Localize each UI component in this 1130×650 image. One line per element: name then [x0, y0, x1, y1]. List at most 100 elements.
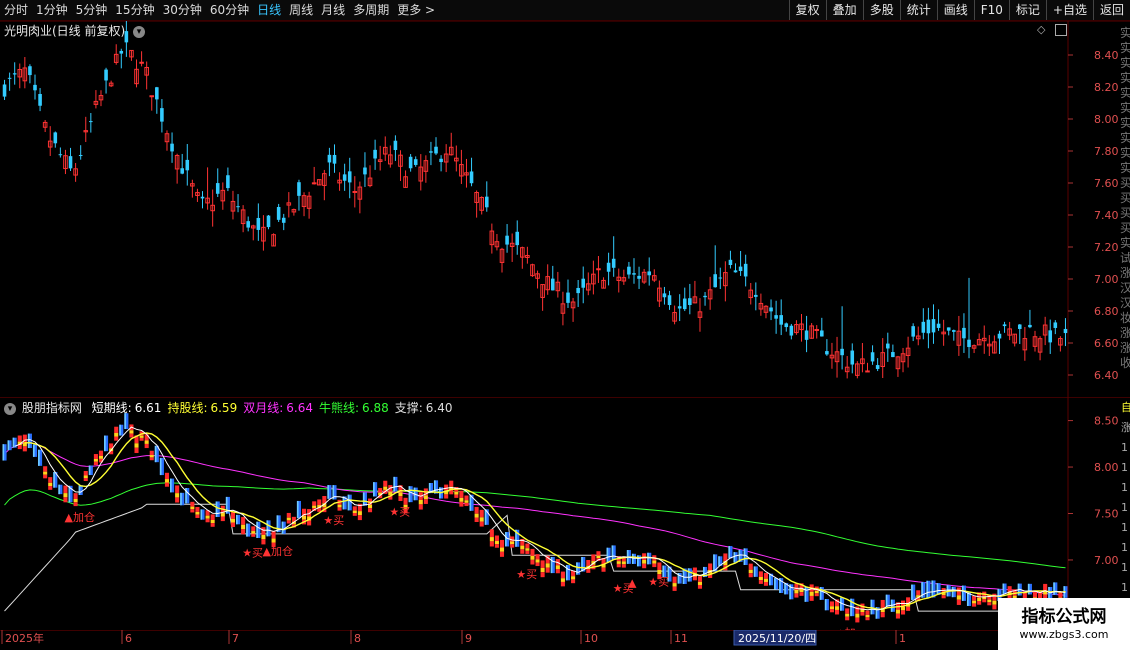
ind-bar-red	[652, 563, 657, 568]
ind-bar-red	[956, 587, 961, 596]
candle-body	[769, 307, 773, 312]
period-tab-8[interactable]: 月线	[317, 0, 349, 20]
toolbar-action-7[interactable]: +自选	[1045, 0, 1093, 20]
ind-bar-cyan	[154, 445, 157, 463]
candle-body	[738, 266, 743, 272]
ind-bar-cyan	[784, 582, 786, 595]
main-ytick-label: 7.00	[1094, 273, 1119, 286]
ind-bar-yellow	[230, 518, 236, 523]
ind-bar-red	[449, 480, 454, 487]
toolbar-action-6[interactable]: 标记	[1008, 0, 1046, 20]
signal-marker: ▲	[628, 577, 637, 590]
ind-bar-red	[535, 554, 540, 560]
ind-bar-cyan	[911, 584, 913, 600]
ind-bar-red	[672, 576, 677, 584]
ind-bar-yellow	[992, 600, 997, 605]
ind-bar-yellow	[220, 512, 225, 517]
period-tab-9[interactable]: 多周期	[349, 0, 393, 20]
ind-bar-cyan	[393, 476, 395, 492]
candle-body	[606, 262, 611, 272]
ind-bar-cyan	[961, 585, 964, 601]
ind-bar-red	[286, 520, 291, 524]
period-tab-5[interactable]: 60分钟	[206, 0, 253, 20]
ind-bar-yellow	[129, 430, 134, 434]
ind-bar-red	[535, 562, 540, 567]
ind-bar-cyan	[484, 509, 487, 525]
ind-bar-cyan	[718, 556, 720, 566]
candlestick-chart[interactable]: 8.40 8.20 8.00 7.80 7.60 7.40 7.20 7.00 6.80 6.60…	[0, 21, 1130, 397]
ind-bar-red	[758, 580, 763, 584]
ind-bar-red	[352, 512, 357, 516]
ind-bar-red	[657, 562, 662, 571]
candle-body	[703, 295, 707, 298]
ind-side-glyph: 1	[1121, 561, 1128, 574]
ind-bar-red	[43, 474, 48, 479]
ind-bar-red	[139, 437, 144, 441]
toolbar-action-3[interactable]: 统计	[899, 0, 937, 20]
candle-body	[266, 215, 271, 228]
ind-side-glyph: 1	[1121, 481, 1128, 494]
ind-bar-yellow	[195, 511, 200, 515]
toolbar-action-5[interactable]: F10	[973, 0, 1009, 20]
period-tab-4[interactable]: 30分钟	[159, 0, 206, 20]
ind-bar-red	[906, 606, 911, 611]
candle-body	[1063, 328, 1068, 334]
period-tab-3[interactable]: 15分钟	[111, 0, 158, 20]
ind-bar-cyan	[32, 444, 35, 457]
ind-bar-red	[251, 526, 256, 532]
toolbar-action-0[interactable]: 复权	[788, 0, 826, 20]
ind-bar-red	[464, 502, 469, 507]
ind-bar-yellow	[149, 455, 154, 458]
indicator-chart[interactable]: 8.508.007.507.006.50自涨11111111▲加仓★买▲加仓★买…	[0, 397, 1130, 630]
period-tab-0[interactable]: 分时	[0, 0, 32, 20]
period-tab-2[interactable]: 5分钟	[72, 0, 112, 20]
period-tab-6[interactable]: 日线	[253, 0, 285, 20]
main-ytick-label: 6.80	[1094, 305, 1119, 318]
candle-body	[870, 352, 875, 362]
main-ytick-label: 8.20	[1094, 81, 1119, 94]
ind-bar-red	[880, 599, 885, 608]
ind-bar-yellow	[809, 591, 814, 596]
ind-bar-cyan	[733, 552, 736, 563]
ind-bar-cyan	[631, 553, 634, 564]
ind-side-glyph: 涨	[1121, 421, 1130, 434]
candle-body	[429, 151, 433, 153]
ind-bar-red	[900, 610, 906, 615]
ind-bar-red	[708, 563, 713, 571]
side-glyph: 实	[1120, 235, 1130, 250]
signal-marker: ★买	[242, 546, 263, 559]
watermark-url: www.zbgs3.com	[1019, 628, 1109, 641]
period-tab-10[interactable]: 更多 >	[393, 0, 439, 20]
candle-body	[311, 182, 317, 185]
ind-bar-yellow	[616, 561, 621, 564]
ind-bar-red	[855, 617, 860, 623]
side-glyph: 汉	[1120, 281, 1130, 295]
candle-body	[393, 140, 398, 151]
ind-bar-yellow	[83, 475, 88, 479]
period-tab-1[interactable]: 1分钟	[32, 0, 72, 20]
candle-body	[281, 217, 286, 223]
toolbar-action-2[interactable]: 多股	[862, 0, 900, 20]
ind-bar-yellow	[748, 569, 753, 574]
date-label: 6	[125, 632, 132, 645]
toolbar-action-1[interactable]: 叠加	[825, 0, 863, 20]
ind-bar-red	[449, 490, 454, 495]
toolbar-action-8[interactable]: 返回	[1092, 0, 1130, 20]
period-tab-7[interactable]: 周线	[285, 0, 317, 20]
ind-side-glyph: 1	[1121, 441, 1128, 454]
ind-bar-red	[98, 450, 104, 456]
ind-bar-red	[83, 478, 88, 482]
date-label: 9	[465, 632, 472, 645]
candle-body	[921, 321, 926, 333]
ind-bar-yellow	[63, 493, 68, 498]
ind-bar-red	[992, 593, 997, 601]
side-glyph: 实	[1120, 130, 1130, 145]
ind-bar-red	[540, 560, 545, 568]
candle-body	[576, 287, 580, 294]
toolbar-action-4[interactable]: 画线	[936, 0, 974, 20]
candle-body	[439, 158, 443, 163]
ind-bar-red	[93, 454, 98, 460]
ind-bar-red	[723, 553, 728, 562]
candle-body	[276, 207, 281, 220]
ind-bar-red	[129, 433, 134, 438]
